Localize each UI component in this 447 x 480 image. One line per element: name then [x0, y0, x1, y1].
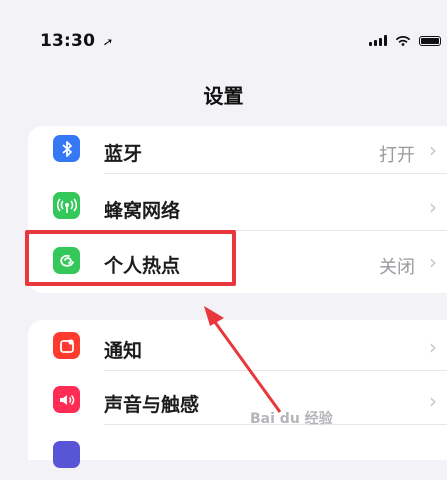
watermark: Bai du 经验 [250, 411, 333, 427]
annotation-arrow-icon [204, 306, 282, 413]
